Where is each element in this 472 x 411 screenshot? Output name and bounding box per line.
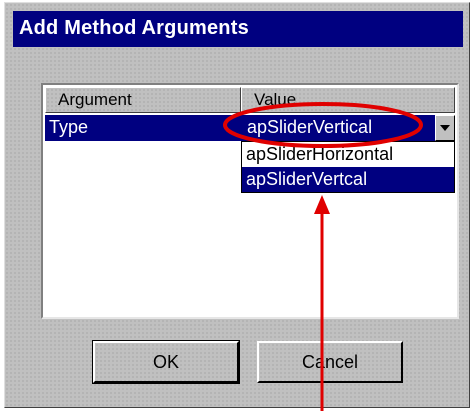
dropdown-option-horizontal[interactable]: apSliderHorizontal [242,142,454,167]
add-method-arguments-dialog: Add Method Arguments Argument Value Type… [4,2,470,408]
table-row[interactable]: Type [45,115,241,141]
value-combobox[interactable]: apSliderVertical [241,115,435,141]
title-bar: Add Method Arguments [13,11,463,47]
argument-cell: Type [49,117,89,137]
chevron-down-icon [440,125,450,131]
dialog-title: Add Method Arguments [19,17,249,39]
dropdown-list: apSliderHorizontal apSliderVertcal [241,141,455,193]
arguments-list[interactable]: Argument Value Type apSliderVertical apS… [41,83,459,319]
cancel-button[interactable]: Cancel [257,341,403,383]
column-header-value[interactable]: Value [241,87,455,113]
value-cell: apSliderVertical [247,117,373,137]
column-header-argument[interactable]: Argument [45,87,241,113]
dropdown-option-vertical[interactable]: apSliderVertcal [242,167,454,192]
ok-button[interactable]: OK [92,340,240,384]
dropdown-button[interactable] [435,115,455,141]
